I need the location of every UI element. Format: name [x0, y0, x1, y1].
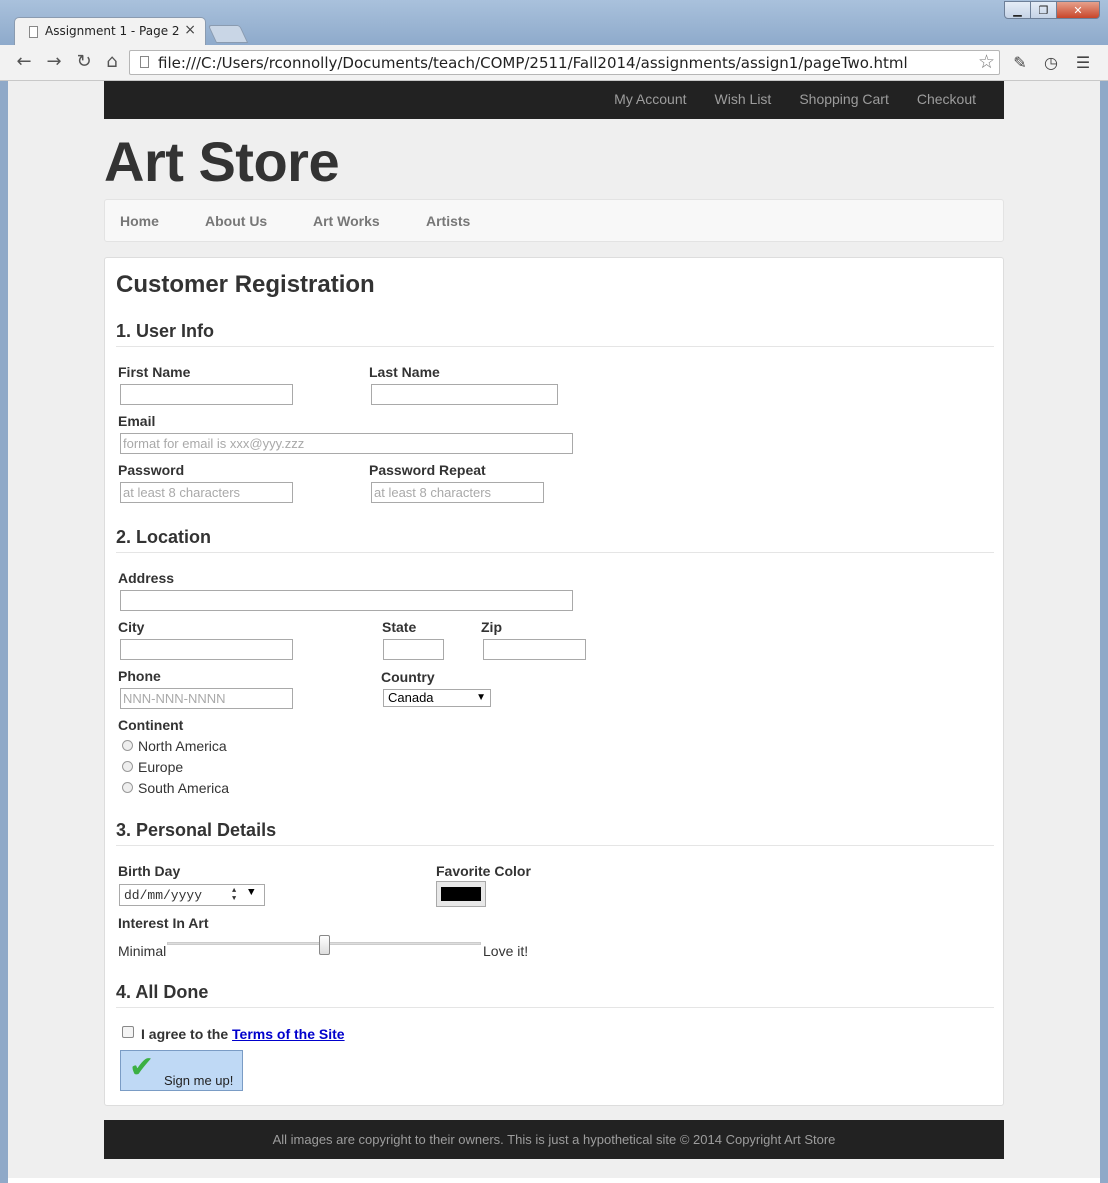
password-input[interactable] [120, 482, 293, 503]
zip-input[interactable] [483, 639, 586, 660]
maximize-button[interactable]: ❐ [1030, 1, 1057, 19]
page-title: Customer Registration [116, 271, 375, 298]
favorite-color-picker[interactable] [436, 881, 486, 907]
forward-arrow-icon[interactable]: → [42, 51, 66, 73]
window-frame [1100, 81, 1108, 1183]
wish-list-link[interactable]: Wish List [715, 91, 772, 107]
password-repeat-input[interactable] [371, 482, 544, 503]
slider-max-label: Love it! [483, 943, 529, 959]
email-label: Email [118, 413, 156, 429]
new-tab-button[interactable] [207, 25, 249, 43]
browser-toolbar: ← → ↻ ⌂ file:///C:/Users/rconnolly/Docum… [0, 45, 1108, 81]
section-location: 2. Location [116, 527, 994, 553]
nav-artists[interactable]: Artists [426, 213, 470, 229]
url-text[interactable]: file:///C:/Users/rconnolly/Documents/tea… [158, 54, 908, 72]
account-links: My Account Wish List Shopping Cart Check… [614, 91, 976, 107]
my-account-link[interactable]: My Account [614, 91, 686, 107]
section-personal-details: 3. Personal Details [116, 820, 994, 846]
dropdown-arrow-icon: ▼ [476, 692, 486, 703]
agree-checkbox[interactable] [122, 1026, 134, 1038]
slider-min-label: Minimal [118, 943, 167, 959]
agree-prefix: I agree to the [141, 1026, 229, 1042]
nav-about-us[interactable]: About Us [205, 213, 267, 229]
terms-link[interactable]: Terms of the Site [232, 1026, 345, 1042]
shopping-cart-link[interactable]: Shopping Cart [799, 91, 889, 107]
continent-option-label: North America [138, 738, 227, 754]
last-name-label: Last Name [369, 364, 440, 380]
zip-label: Zip [481, 619, 502, 635]
interest-label: Interest In Art [118, 915, 209, 931]
birth-day-label: Birth Day [118, 863, 181, 879]
state-input[interactable] [383, 639, 444, 660]
city-input[interactable] [120, 639, 293, 660]
nav-home[interactable]: Home [120, 213, 159, 229]
radio-button[interactable] [122, 782, 133, 793]
menu-icon[interactable]: ☰ [1072, 52, 1094, 74]
radio-button[interactable] [122, 761, 133, 772]
browser-tab[interactable]: Assignment 1 - Page 2 × [14, 17, 206, 45]
address-label: Address [118, 570, 175, 586]
registration-panel: Customer Registration 1. User Info First… [104, 257, 1004, 1106]
checkout-link[interactable]: Checkout [917, 91, 976, 107]
sign-me-up-button[interactable]: ✔ Sign me up! [120, 1050, 243, 1091]
address-bar[interactable]: file:///C:/Users/rconnolly/Documents/tea… [129, 50, 1000, 75]
continent-label: Continent [118, 717, 184, 733]
main-nav: Home About Us Art Works Artists [104, 199, 1004, 242]
continent-option-label: Europe [138, 759, 184, 775]
close-tab-icon[interactable]: × [184, 22, 196, 38]
slider-thumb[interactable] [318, 935, 330, 955]
submit-label: Sign me up! [164, 1073, 234, 1088]
footer: All images are copyright to their owners… [104, 1120, 1004, 1159]
home-icon[interactable]: ⌂ [100, 51, 124, 73]
section-all-done: 4. All Done [116, 982, 994, 1008]
tab-title: Assignment 1 - Page 2 [45, 24, 180, 38]
calendar-dropdown-icon[interactable]: ▼ [248, 887, 255, 899]
checkmark-icon: ✔ [129, 1050, 155, 1085]
first-name-label: First Name [118, 364, 191, 380]
page-viewport: My Account Wish List Shopping Cart Check… [8, 81, 1100, 1178]
back-arrow-icon[interactable]: ← [12, 51, 36, 73]
clock-extension-icon[interactable]: ◷ [1040, 52, 1062, 74]
reload-icon[interactable]: ↻ [72, 51, 96, 73]
city-label: City [118, 619, 145, 635]
close-window-button[interactable]: ✕ [1056, 1, 1100, 19]
favorite-color-label: Favorite Color [436, 863, 531, 879]
password-repeat-label: Password Repeat [369, 462, 486, 478]
minimize-button[interactable]: ▁ [1004, 1, 1031, 19]
address-input[interactable] [120, 590, 573, 611]
continent-option-label: South America [138, 780, 230, 796]
browser-titlebar: Assignment 1 - Page 2 × ▁ ❐ ✕ [0, 0, 1108, 45]
section-user-info: 1. User Info [116, 321, 994, 347]
window-controls: ▁ ❐ ✕ [1004, 1, 1100, 19]
last-name-input[interactable] [371, 384, 558, 405]
date-format-placeholder: dd/mm/yyyy [124, 888, 203, 903]
page-container: My Account Wish List Shopping Cart Check… [104, 81, 1004, 1159]
country-select[interactable]: Canada ▼ [383, 689, 491, 707]
document-icon [29, 26, 38, 38]
page-icon [140, 56, 149, 68]
spinner-icon[interactable]: ▲ ▼ [232, 887, 236, 903]
phone-input[interactable] [120, 688, 293, 709]
color-swatch [441, 887, 481, 901]
birth-day-input[interactable]: dd/mm/yyyy ▲ ▼ ▼ [119, 884, 265, 906]
agree-text: I agree to the Terms of the Site [141, 1026, 345, 1042]
country-label: Country [381, 669, 435, 685]
window-frame [0, 81, 8, 1183]
password-label: Password [118, 462, 185, 478]
email-input[interactable] [120, 433, 573, 454]
state-label: State [382, 619, 417, 635]
country-selected-value: Canada [388, 690, 434, 705]
nav-art-works[interactable]: Art Works [313, 213, 380, 229]
first-name-input[interactable] [120, 384, 293, 405]
site-title: Art Store [104, 130, 340, 193]
eyedropper-extension-icon[interactable]: ✎ [1009, 52, 1031, 74]
top-bar: My Account Wish List Shopping Cart Check… [104, 81, 1004, 119]
bookmark-star-icon[interactable]: ☆ [978, 51, 995, 73]
phone-label: Phone [118, 668, 161, 684]
radio-button[interactable] [122, 740, 133, 751]
